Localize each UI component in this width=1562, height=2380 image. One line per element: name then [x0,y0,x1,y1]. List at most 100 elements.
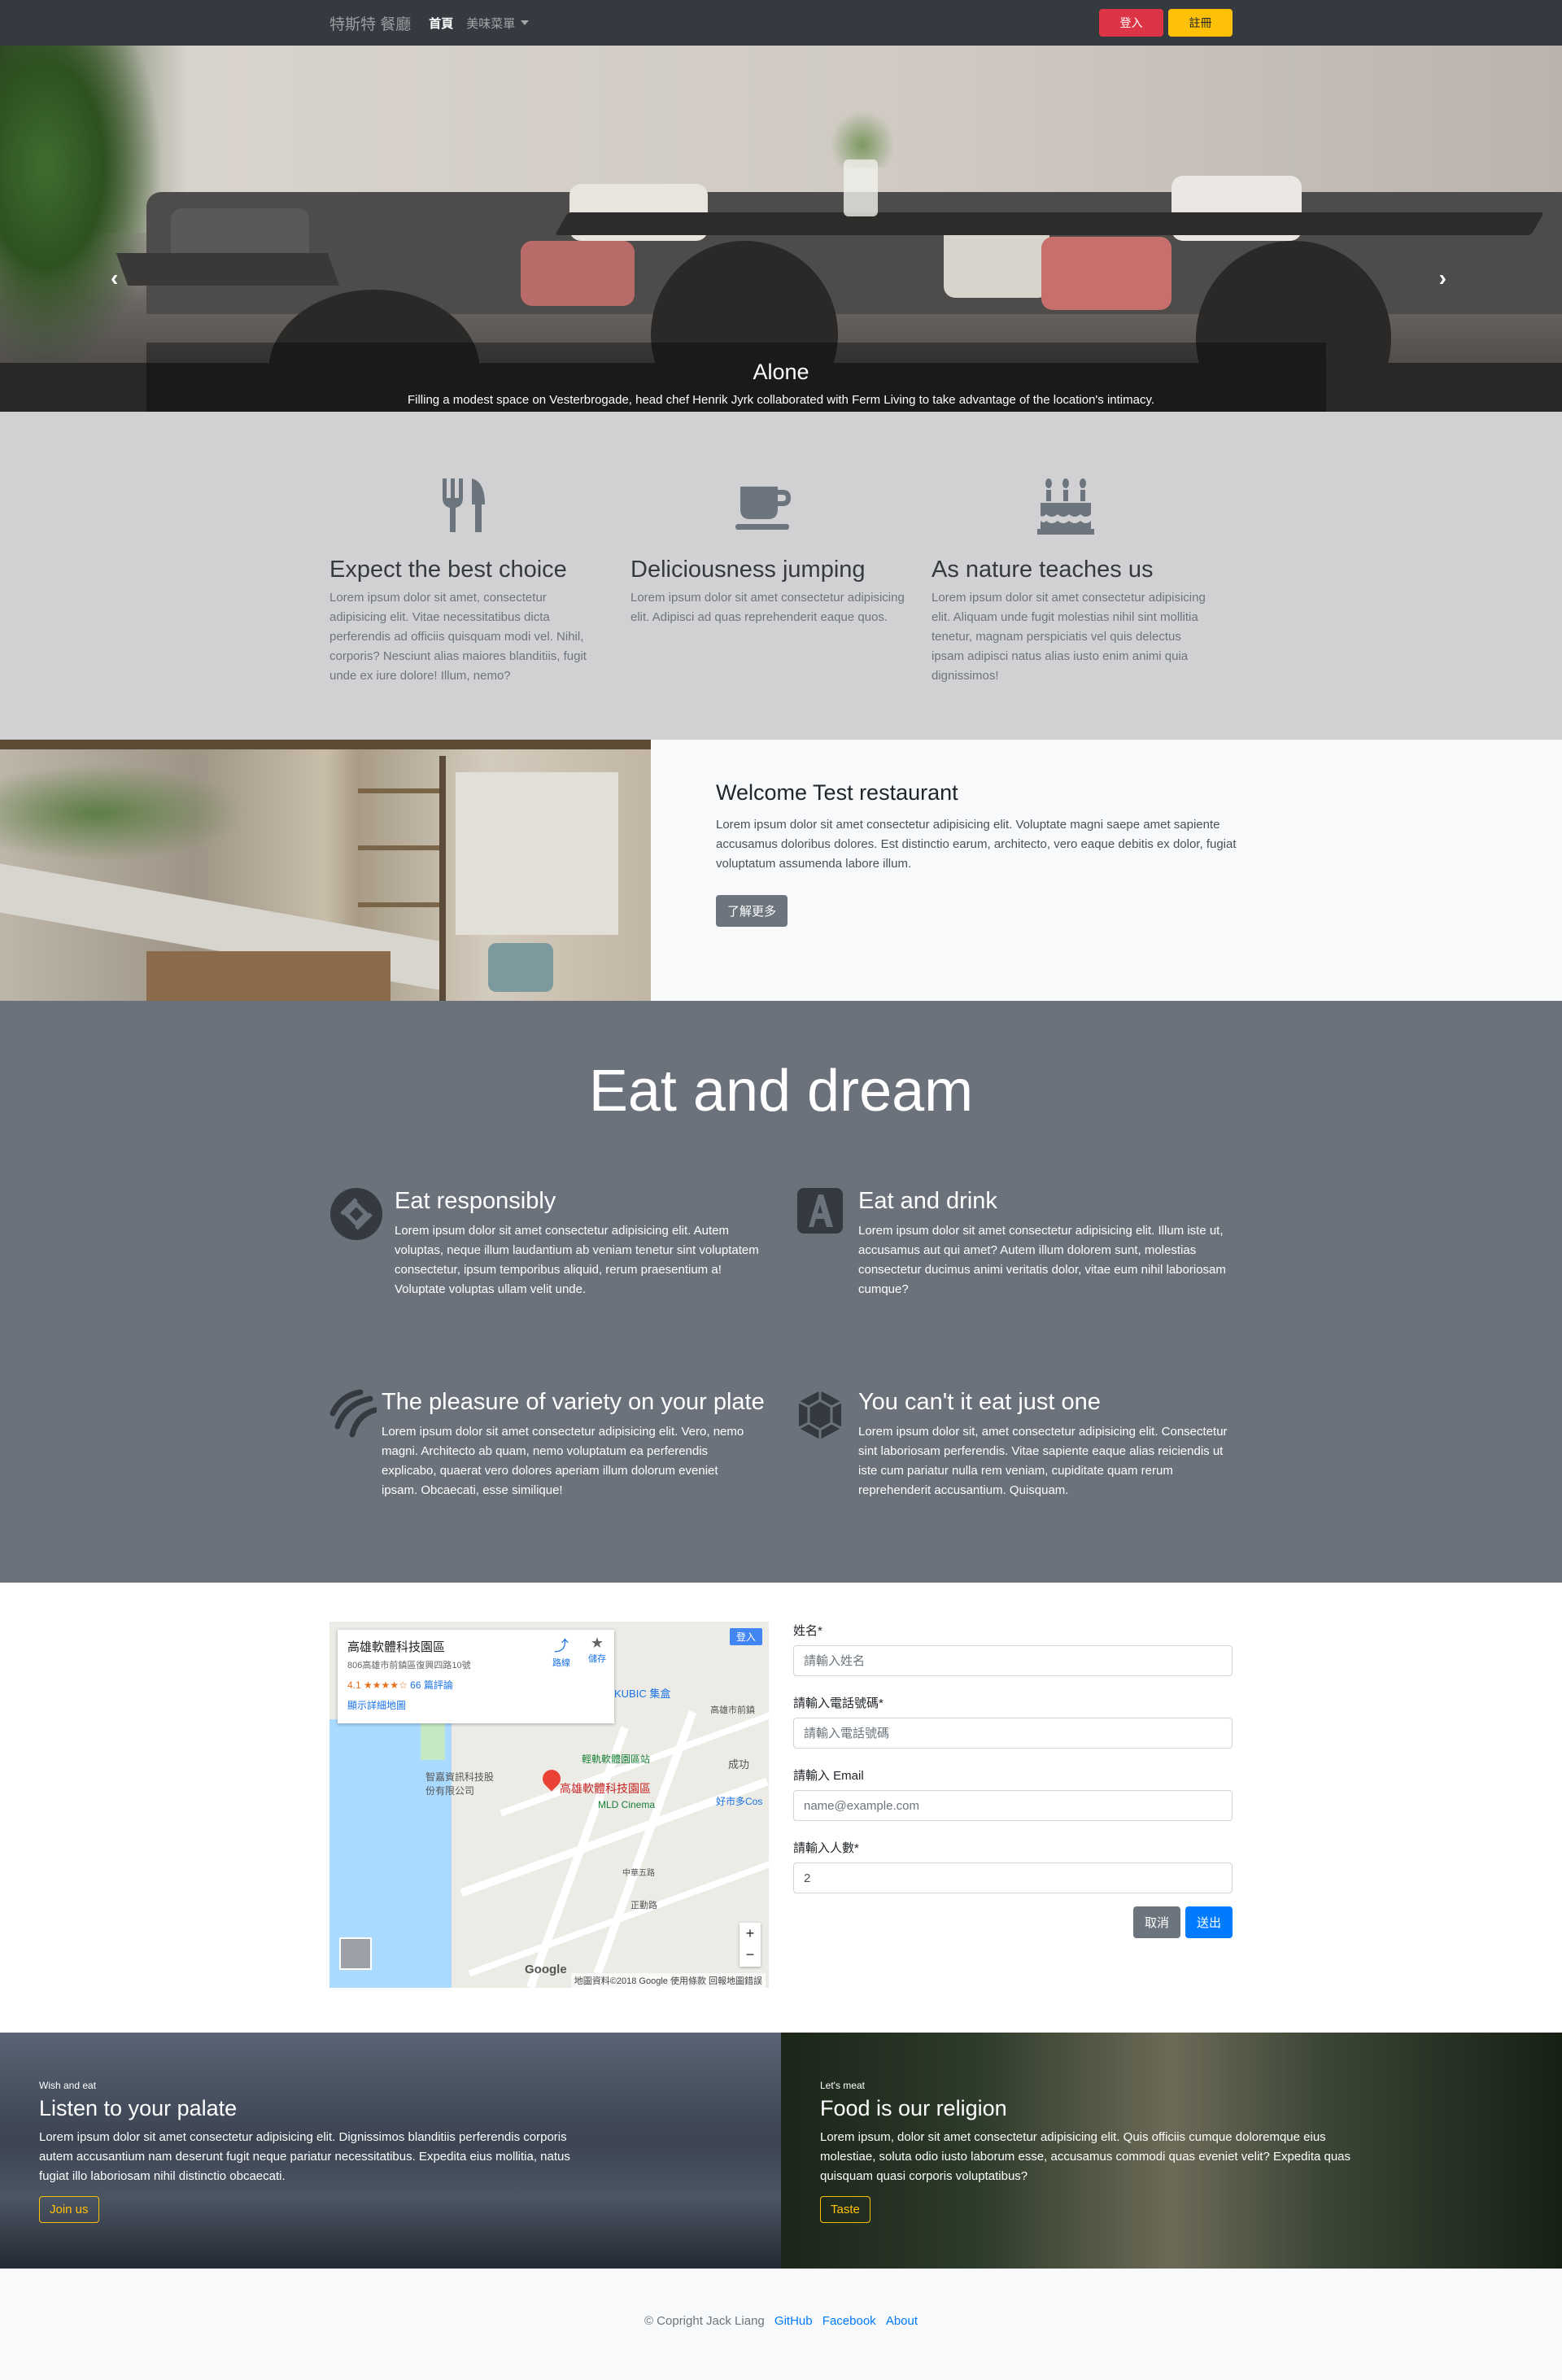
map-label: 輕軌軟體園區站 [582,1753,651,1765]
name-label: 姓名* [793,1624,822,1638]
dream-item-responsibly: Eat responsibly Lorem ipsum dolor sit am… [329,1188,793,1299]
promo-panel-religion: Let's meat Food is our religion Lorem ip… [781,2033,1562,2269]
cancel-button[interactable]: 取消 [1132,1906,1180,1938]
utensils-icon [329,477,598,550]
carousel-prev-icon[interactable]: ‹ [111,265,118,291]
github-link[interactable]: GitHub [774,2314,813,2328]
dream-item-eat-drink: Eat and drink Lorem ipsum dolor sit amet… [793,1188,1233,1299]
feature-text: Lorem ipsum dolor sit amet consectetur a… [932,591,1206,683]
zoom-in-button[interactable]: + [740,1923,761,1944]
email-input[interactable] [793,1790,1233,1821]
join-us-button[interactable]: Join us [39,2196,99,2223]
map-pin-label: 高雄軟體科技園區 [560,1782,651,1795]
diamond-icon [329,1188,383,1242]
dream-item-just-one: You can't it eat just one Lorem ipsum do… [793,1389,1233,1500]
nav-home[interactable]: 首頁 [429,15,453,32]
map-reviews-link[interactable]: 66 篇評論 [410,1679,453,1691]
dream-item-title: You can't it eat just one [858,1389,1101,1415]
dream-item-text: Lorem ipsum dolor sit amet consectetur a… [395,1224,759,1296]
feature-nature: As nature teaches us Lorem ipsum dolor s… [932,477,1233,686]
map-zoom-controls: + − [740,1923,761,1967]
dream-item-text: Lorem ipsum dolor sit amet consectetur a… [858,1224,1226,1296]
map-label: KUBIC 集盒 [614,1688,671,1700]
welcome-text: Lorem ipsum dolor sit amet consectetur a… [716,818,1237,871]
nav-menu-dropdown[interactable]: 美味菜單 [466,15,530,32]
nav-menu-label: 美味菜單 [466,16,516,31]
promo-section: Wish and eat Listen to your palate Lorem… [0,2033,1562,2269]
caret-down-icon [521,20,530,25]
hero-text: Filling a modest space on Vesterbrogade,… [407,393,1155,407]
google-map[interactable]: 高雄軟體科技園區 806高雄市前鎮區復興四路10號 4.1 ★★★★☆ 66 篇… [329,1622,769,1988]
feature-text: Lorem ipsum dolor sit amet consectetur a… [630,591,905,624]
feature-best-choice: Expect the best choice Lorem ipsum dolor… [329,477,630,686]
map-save-button[interactable]: ★ 儲存 [588,1635,606,1669]
register-button[interactable]: 註冊 [1168,9,1233,37]
promo-panel-palate: Wish and eat Listen to your palate Lorem… [0,2033,781,2269]
promo-text: Lorem ipsum dolor sit amet consectetur a… [39,2130,570,2183]
taste-button[interactable]: Taste [820,2196,870,2223]
reservation-form: 姓名* 請輸入電話號碼* 請輸入 Email 請輸入人數* 取消 送出 [793,1622,1233,1988]
dream-item-variety: The pleasure of variety on your plate Lo… [329,1389,793,1500]
google-logo: Google [525,1963,567,1976]
footer: © Copright Jack Liang GitHub Facebook Ab… [0,2269,1562,2380]
learn-more-button[interactable]: 了解更多 [716,895,788,927]
promo-eyebrow: Wish and eat [39,2080,97,2091]
hero-image-plant [0,46,163,371]
map-label: 正勤路 [630,1901,657,1911]
dream-item-title: Eat and drink [858,1188,997,1214]
feature-deliciousness: Deliciousness jumping Lorem ipsum dolor … [630,477,932,686]
phone-input[interactable] [793,1718,1233,1749]
promo-text: Lorem ipsum, dolor sit amet consectetur … [820,2130,1351,2183]
map-label: 高雄市前鎮 [710,1705,755,1715]
map-larger-link[interactable]: 顯示詳細地圖 [347,1698,604,1712]
login-button[interactable]: 登入 [1099,9,1163,37]
map-label: MLD Cinema [598,1799,656,1810]
brand-logo[interactable]: 特斯特 餐廳 [329,12,411,34]
carousel-next-icon[interactable]: › [1439,265,1446,291]
submit-button[interactable]: 送出 [1185,1906,1233,1938]
street-view-icon[interactable] [339,1937,372,1970]
welcome-title: Welcome Test restaurant [716,780,958,805]
dream-item-text: Lorem ipsum dolor sit amet consectetur a… [382,1425,744,1497]
feature-text: Lorem ipsum dolor sit amet, consectetur … [329,591,587,683]
features-section: Expect the best choice Lorem ipsum dolor… [0,412,1562,740]
map-directions-button[interactable]: ⤴ 路線 [552,1635,570,1669]
feature-title: As nature teaches us [932,557,1154,583]
welcome-section: Welcome Test restaurant Lorem ipsum dolo… [0,740,1562,1001]
directions-icon: ⤴ [554,1638,569,1654]
birthday-cake-icon [932,477,1200,550]
emblem-icon [793,1389,847,1443]
stripes-icon [329,1389,377,1443]
dream-item-text: Lorem ipsum dolor sit, amet consectetur … [858,1425,1228,1497]
hero-carousel: Alone Filling a modest space on Vesterbr… [0,46,1562,412]
map-label: 中華五路 [622,1869,655,1878]
facebook-link[interactable]: Facebook [822,2314,876,2328]
name-input[interactable] [793,1645,1233,1676]
feature-title: Expect the best choice [329,557,567,583]
map-info-card: 高雄軟體科技園區 806高雄市前鎮區復興四路10號 4.1 ★★★★☆ 66 篇… [338,1630,614,1723]
promo-title: Listen to your palate [39,2096,238,2120]
map-footer: 地圖資料©2018 Google 使用條款 回報地圖錯誤 [570,1973,766,1988]
dream-title: Eat and dream [588,1059,974,1124]
star-icon: ★ [590,1635,604,1651]
coffee-icon [630,477,899,550]
hero-title: Alone [753,360,809,384]
people-label: 請輸入人數* [793,1841,859,1855]
map-rating: 4.1 ★★★★☆ 66 篇評論 [347,1679,453,1691]
map-login-button[interactable]: 登入 [729,1628,762,1645]
map-label: 好市多Cos [716,1796,763,1807]
hero-caption: Alone Filling a modest space on Vesterbr… [0,360,1562,407]
zoom-out-button[interactable]: − [740,1944,761,1965]
dream-item-title: The pleasure of variety on your plate [382,1389,765,1415]
people-input[interactable] [793,1863,1233,1893]
promo-eyebrow: Let's meat [820,2080,865,2091]
about-link[interactable]: About [886,2314,918,2328]
copyright-text: © Copright Jack Liang [644,2314,765,2328]
restaurant-interior-image [0,740,651,1001]
dream-item-title: Eat responsibly [395,1188,556,1214]
phone-label: 請輸入電話號碼* [793,1697,884,1710]
reservation-section: 高雄軟體科技園區 806高雄市前鎮區復興四路10號 4.1 ★★★★☆ 66 篇… [0,1583,1562,2033]
email-label: 請輸入 Email [793,1769,864,1783]
map-label: 成功 [728,1758,750,1771]
letter-a-icon [793,1188,847,1242]
